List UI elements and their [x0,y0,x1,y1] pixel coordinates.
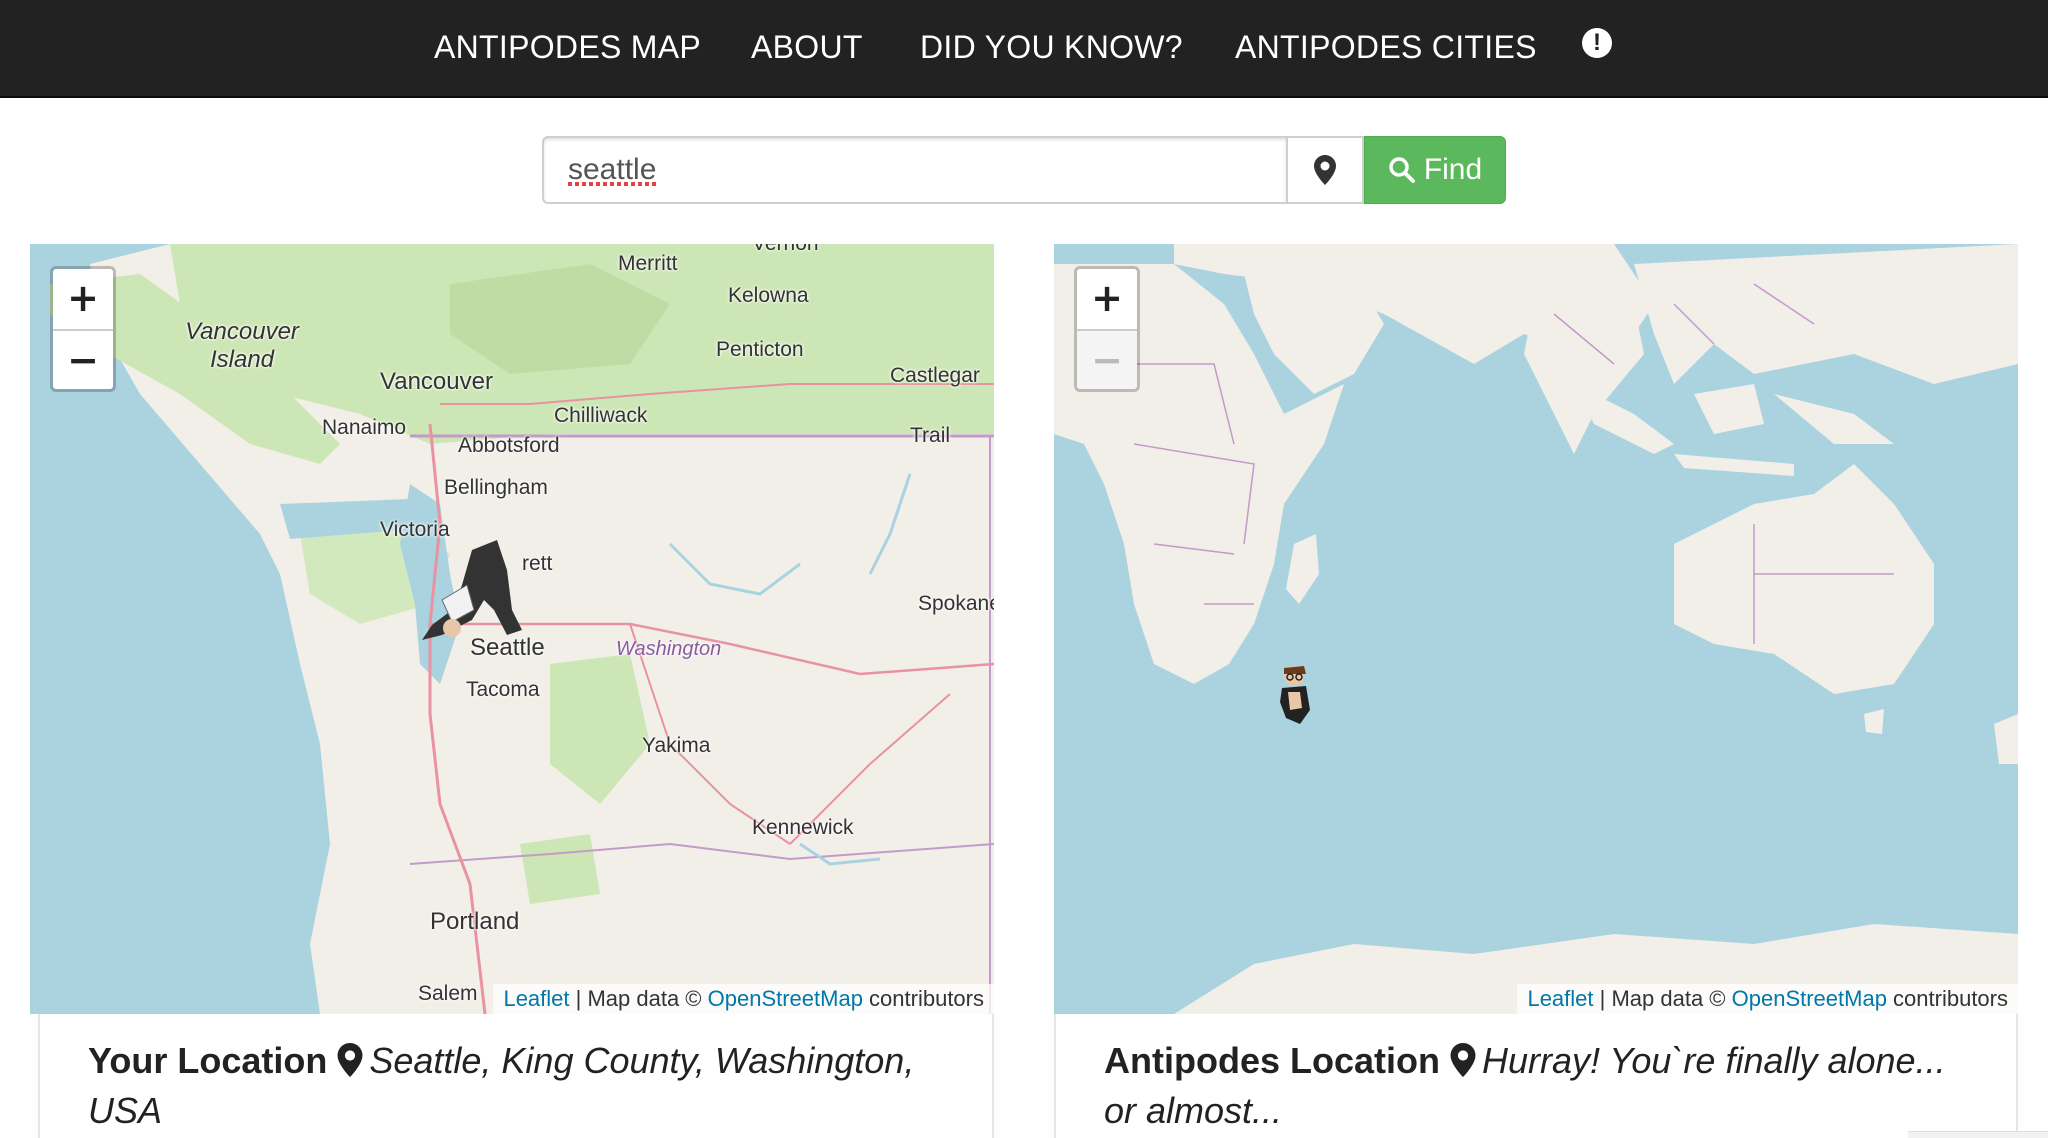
label-vancouver: Vancouver [380,368,493,395]
zoom-in-button[interactable]: + [1077,269,1137,331]
locate-me-button[interactable] [1286,136,1364,204]
label-kelowna: Kelowna [728,284,809,307]
antipodes-location-caption: Antipodes Location Hurray! You`re finally… [1054,1014,2018,1138]
top-navbar: ANTIPODES MAP ABOUT DID YOU KNOW? ANTIPO… [0,0,2048,98]
map-attribution: Leaflet | Map data © OpenStreetMap contr… [493,984,994,1014]
find-label: Find [1423,153,1483,186]
map-marker-icon [337,1043,363,1077]
person-marker-icon[interactable] [1272,662,1320,732]
label-kennewick: Kennewick [752,816,854,839]
zoom-in-button[interactable]: + [53,269,113,331]
openstreetmap-link[interactable]: OpenStreetMap [708,986,863,1011]
zoom-out-button[interactable]: − [1077,331,1137,389]
openstreetmap-link[interactable]: OpenStreetMap [1732,986,1887,1011]
recaptcha-badge [1908,1131,2048,1138]
label-penticton: Penticton [716,338,804,361]
label-salem: Salem [418,982,478,1005]
attribution-text: | Map data © [1593,986,1732,1011]
zoom-out-button[interactable]: − [53,331,113,389]
attribution-text: | Map data © [569,986,708,1011]
search-input[interactable] [542,136,1286,204]
search-icon [1389,157,1415,183]
label-chilliwack: Chilliwack [554,404,648,427]
label-castlegar: Castlegar [890,364,980,387]
nav-about[interactable]: ABOUT [751,0,863,96]
label-trail: Trail [910,424,951,447]
map-tiles [1054,244,2018,1014]
label-tacoma: Tacoma [466,678,540,701]
label-merritt: Merritt [618,252,678,275]
leaflet-link[interactable]: Leaflet [503,986,569,1011]
attribution-end: contributors [1886,986,2008,1011]
map-marker-icon [1314,155,1336,185]
zoom-control: + − [1074,266,1140,392]
map-marker-icon [1450,1043,1476,1077]
label-bellingham: Bellingham [444,476,548,499]
person-marker-icon[interactable] [412,540,542,650]
antipodes-location-title: Antipodes Location [1104,1040,1440,1081]
attribution-end: contributors [862,986,984,1011]
your-location-map[interactable]: Vernon Merritt Kelowna Penticton Castleg… [30,244,994,1014]
your-location-caption: Your Location Seattle, King County, Washi… [38,1014,994,1138]
map-attribution: Leaflet | Map data © OpenStreetMap contr… [1517,984,2018,1014]
label-nanaimo: Nanaimo [322,416,407,439]
label-yakima: Yakima [642,734,711,757]
nav-did-you-know[interactable]: DID YOU KNOW? [920,0,1183,96]
nav-antipodes-map[interactable]: ANTIPODES MAP [434,0,701,96]
label-portland: Portland [430,908,520,935]
label-washington: Washington [616,638,722,660]
your-location-title: Your Location [88,1040,328,1081]
label-abbotsford: Abbotsford [458,434,560,457]
label-victoria: Victoria [380,518,450,541]
label-vernon: Vernon [752,244,819,256]
exclamation-circle-icon[interactable]: ! [1582,28,1612,58]
leaflet-link[interactable]: Leaflet [1527,986,1593,1011]
nav-antipodes-cities[interactable]: ANTIPODES CITIES [1235,0,1537,96]
find-button[interactable]: Find [1364,136,1506,204]
label-spokane: Spokane [918,592,994,615]
zoom-control: + − [50,266,116,392]
label-vancouver-island: Vancouver Island [185,318,299,373]
antipodes-location-map[interactable]: + − Leaflet | Map data © OpenStreetMap c… [1054,244,2018,1014]
